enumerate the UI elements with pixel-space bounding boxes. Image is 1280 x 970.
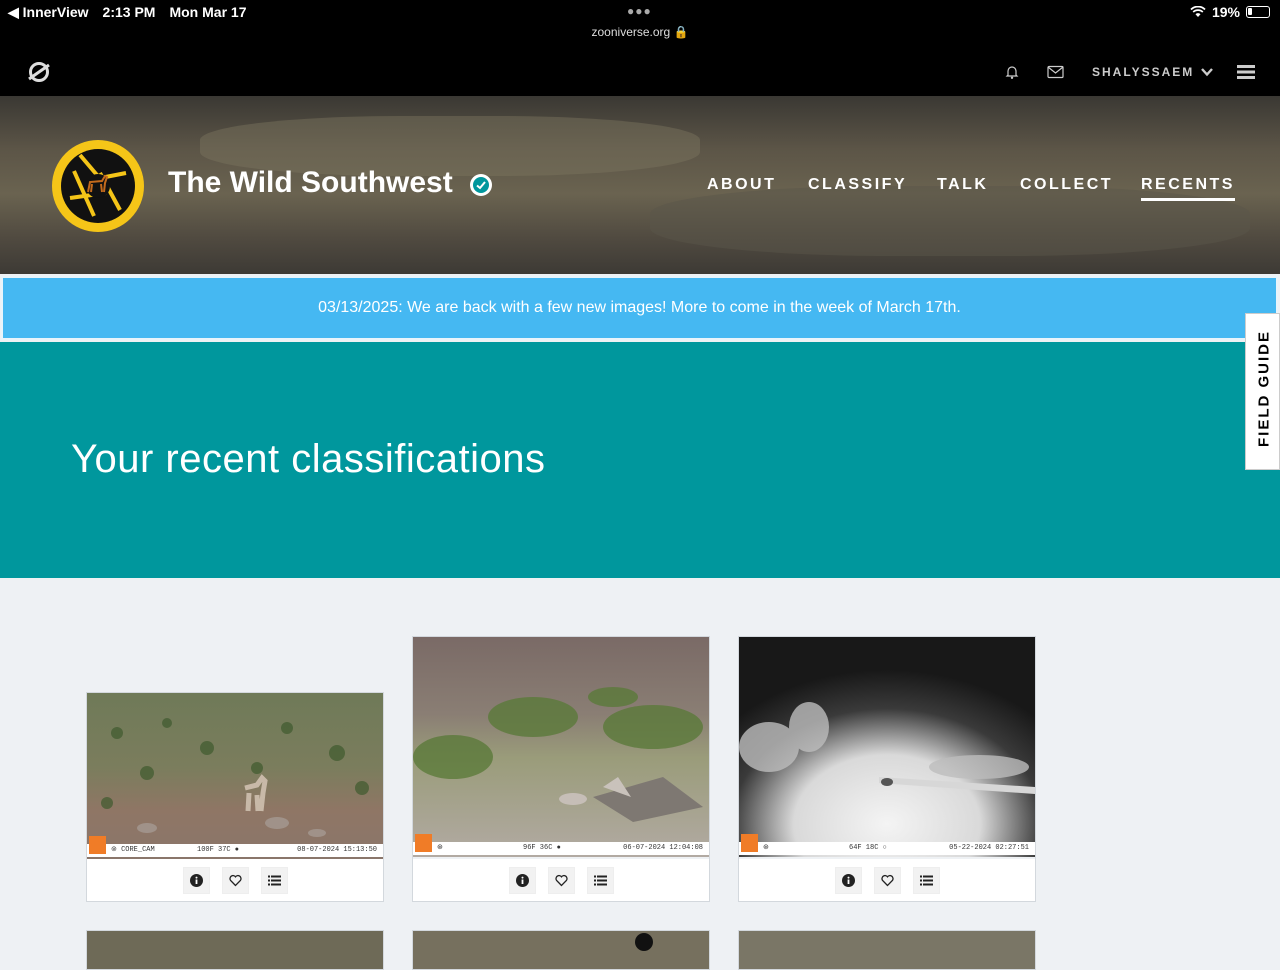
zooniverse-logo-icon[interactable] (26, 59, 52, 85)
verified-check-icon (470, 174, 492, 196)
camera-timestamp: 08-07-2024 15:13:50 (297, 846, 377, 854)
status-right: 19% (1190, 4, 1270, 20)
subject-thumbnail[interactable] (413, 637, 709, 857)
classification-card-partial[interactable] (738, 930, 1036, 970)
favorite-button[interactable] (873, 866, 901, 894)
subject-thumbnail[interactable] (87, 693, 383, 861)
camera-id: ⊛ (437, 844, 443, 852)
info-icon (189, 873, 203, 887)
project-header: The Wild Southwest ABOUT CLASSIFY TALK C… (0, 96, 1280, 274)
zooniverse-top-bar: SHALYSSAEM (0, 48, 1280, 96)
favorite-button[interactable] (221, 866, 249, 894)
camera-stamp: ⊚ CORE_CAM 100F 37C ● 08-07-2024 15:13:5… (87, 836, 383, 857)
mail-icon[interactable] (1047, 65, 1064, 79)
camera-temperature: 64F 18C ○ (849, 844, 887, 852)
nav-talk[interactable]: TALK (937, 176, 988, 194)
heart-icon (880, 874, 894, 886)
nav-classify[interactable]: CLASSIFY (808, 176, 907, 194)
status-left: ◀ InnerView 2:13 PM Mon Mar 17 (8, 4, 246, 21)
field-guide-label: FIELD GUIDE (1255, 330, 1273, 448)
animal-silhouette (635, 933, 653, 951)
status-date: Mon Mar 17 (169, 4, 247, 20)
classification-card[interactable]: ⊛ 96F 36C ● 06-07-2024 12:04:08 (412, 636, 710, 902)
classification-card-partial[interactable] (86, 930, 384, 970)
bell-icon[interactable] (1004, 64, 1020, 80)
chevron-down-icon[interactable] (1200, 65, 1214, 79)
status-time: 2:13 PM (102, 4, 156, 20)
nav-collect[interactable]: COLLECT (1020, 176, 1113, 194)
info-icon (841, 873, 855, 887)
info-button[interactable] (508, 866, 536, 894)
camera-stamp: ⊛ 64F 18C ○ 05-22-2024 02:27:51 (739, 834, 1035, 855)
project-avatar-logo[interactable] (50, 138, 146, 234)
classification-card[interactable]: ⊚ CORE_CAM 100F 37C ● 08-07-2024 15:13:5… (86, 692, 384, 902)
camera-temperature: 96F 36C ● (523, 844, 561, 852)
info-button[interactable] (834, 866, 862, 894)
collect-button[interactable] (912, 866, 940, 894)
recents-hero: Your recent classifications (0, 342, 1280, 578)
classification-card-partial[interactable] (412, 930, 710, 970)
camera-brand-logo (741, 834, 758, 852)
classification-card[interactable]: ⊛ 64F 18C ○ 05-22-2024 02:27:51 (738, 636, 1036, 902)
project-title[interactable]: The Wild Southwest (168, 166, 453, 200)
heart-icon (554, 874, 568, 886)
battery-percent: 19% (1211, 4, 1240, 20)
card-actions (87, 859, 383, 901)
multitask-dots-icon[interactable]: ●●● (627, 4, 652, 18)
card-actions (739, 859, 1035, 901)
battery-icon (1246, 6, 1270, 18)
collect-button[interactable] (260, 866, 288, 894)
camera-timestamp: 05-22-2024 02:27:51 (949, 844, 1029, 852)
back-to-app-link[interactable]: ◀ InnerView (8, 4, 89, 21)
camera-stamp: ⊛ 96F 36C ● 06-07-2024 12:04:08 (413, 834, 709, 855)
list-icon (919, 875, 933, 885)
collect-button[interactable] (586, 866, 614, 894)
camera-brand-logo (89, 836, 106, 854)
subject-thumbnail[interactable] (739, 637, 1035, 857)
wifi-icon (1190, 6, 1206, 17)
camera-brand-logo (415, 834, 432, 852)
nav-recents[interactable]: RECENTS (1141, 176, 1235, 201)
camera-timestamp: 06-07-2024 12:04:08 (623, 844, 703, 852)
address-bar[interactable]: zooniverse.org 🔒 (0, 25, 1280, 39)
nav-about[interactable]: ABOUT (707, 176, 776, 194)
camera-id: ⊛ (763, 844, 769, 852)
username-menu[interactable]: SHALYSSAEM (1092, 65, 1194, 79)
field-guide-tab[interactable]: FIELD GUIDE (1245, 313, 1280, 470)
page-title: Your recent classifications (71, 437, 546, 481)
announcement-banner: 03/13/2025: We are back with a few new i… (1, 276, 1278, 340)
hamburger-menu-icon[interactable] (1237, 64, 1255, 80)
camera-id: ⊚ CORE_CAM (111, 846, 155, 854)
ios-status-bar: ◀ InnerView 2:13 PM Mon Mar 17 ●●● zooni… (0, 0, 1280, 48)
list-icon (267, 875, 281, 885)
card-actions (413, 859, 709, 901)
camera-temperature: 100F 37C ● (197, 846, 240, 854)
heart-icon (228, 874, 242, 886)
info-button[interactable] (182, 866, 210, 894)
list-icon (593, 875, 607, 885)
info-icon (515, 873, 529, 887)
favorite-button[interactable] (547, 866, 575, 894)
